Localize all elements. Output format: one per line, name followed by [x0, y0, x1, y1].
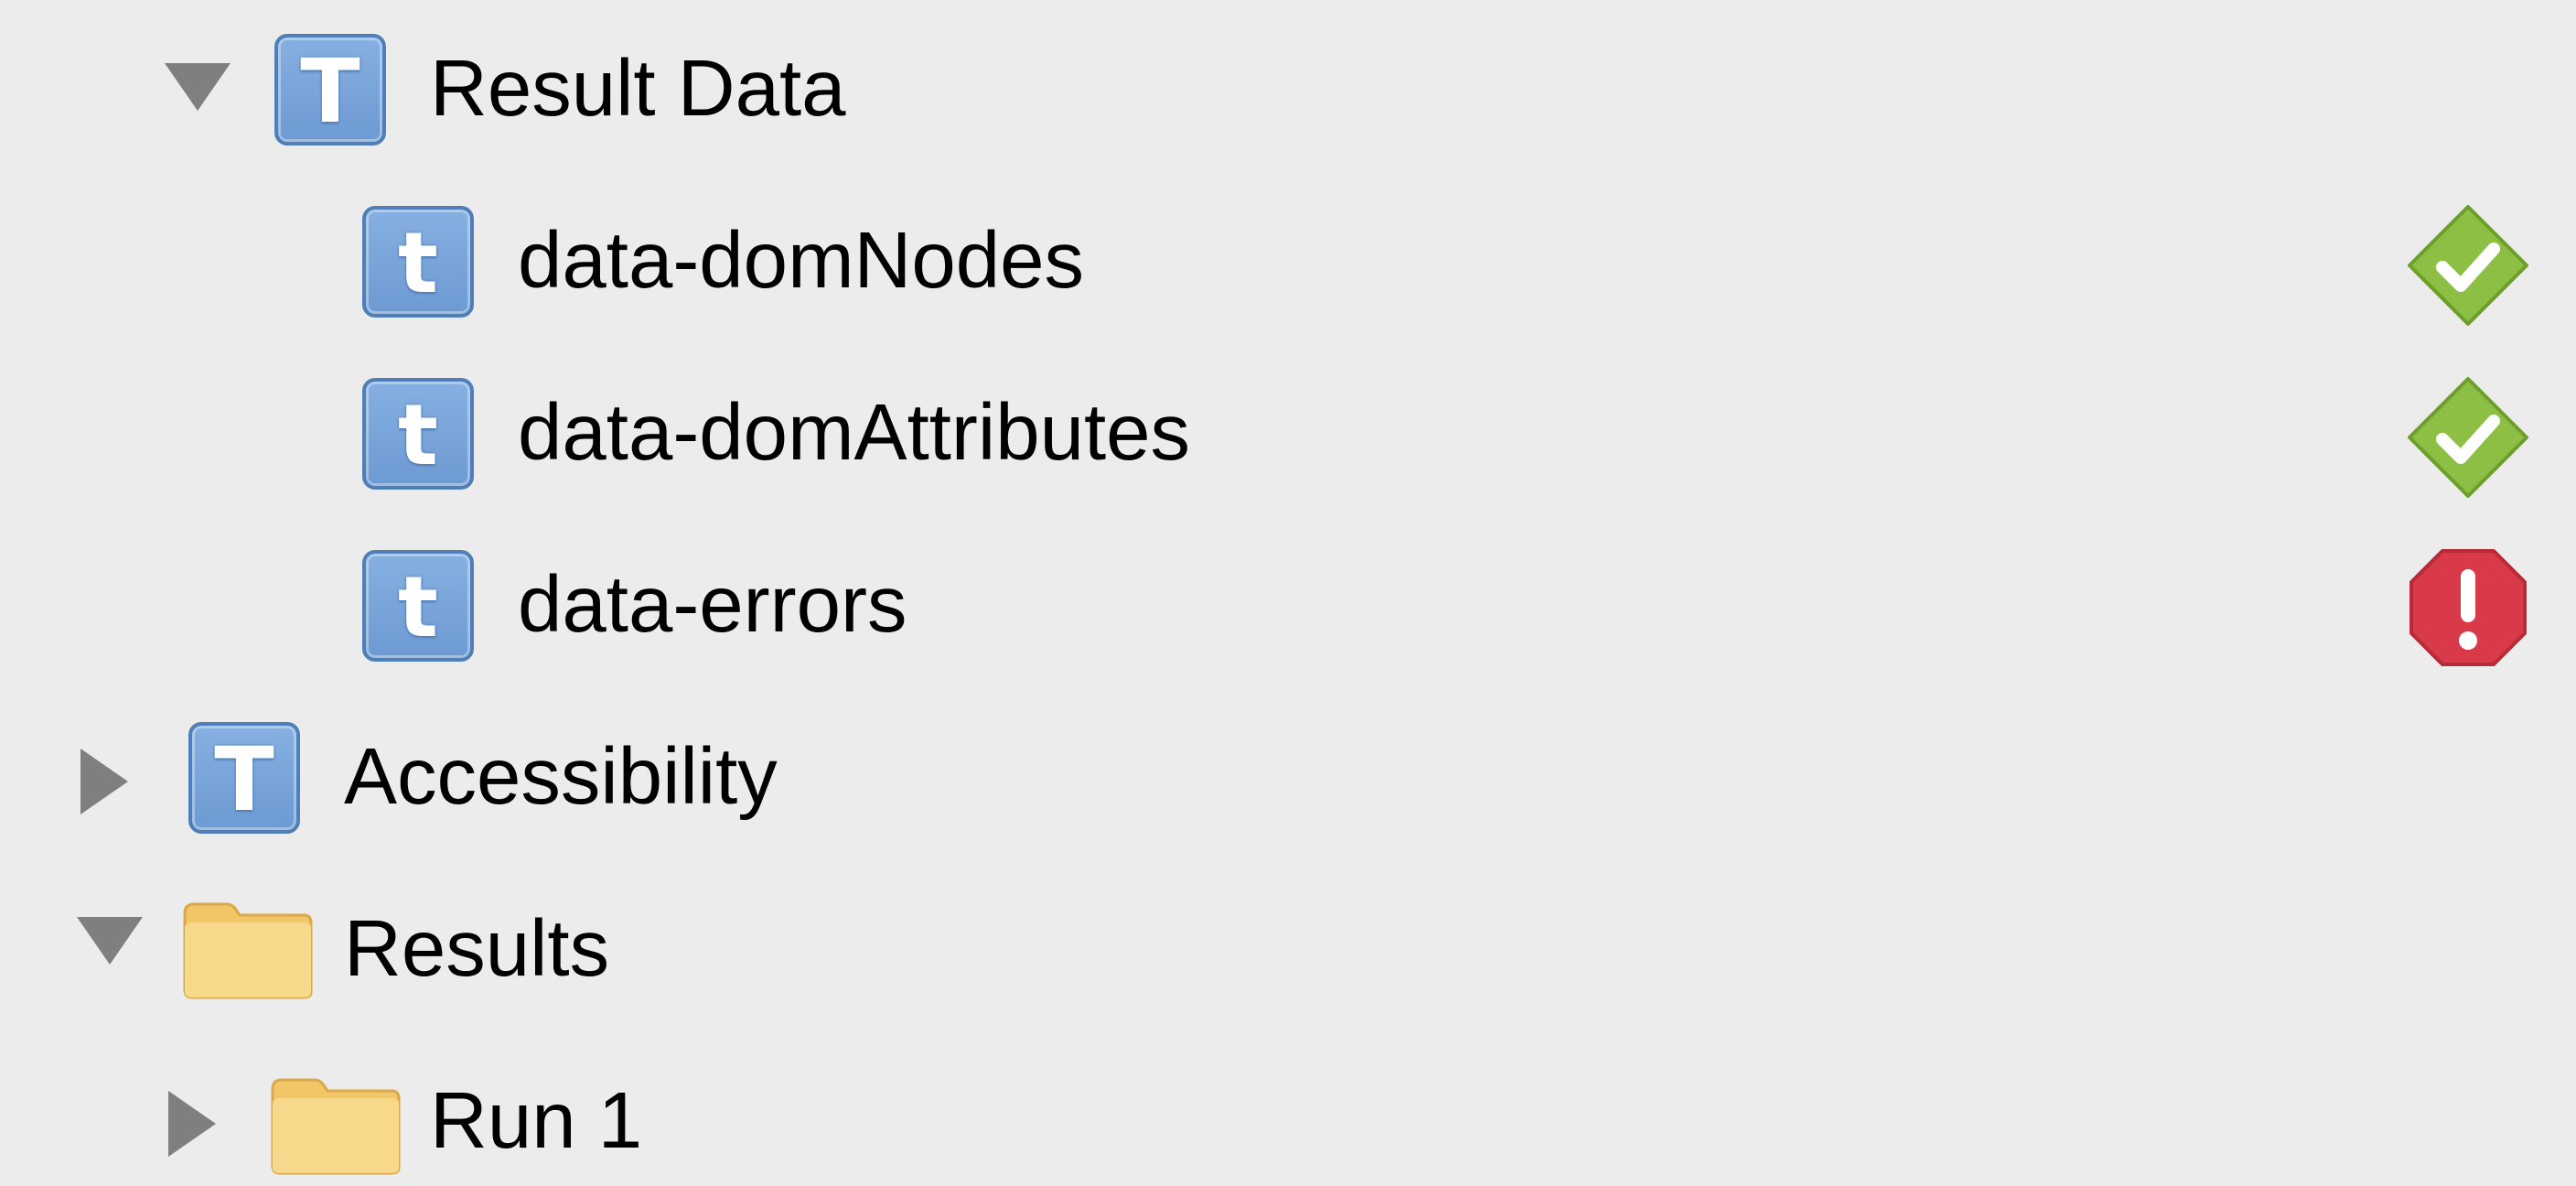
text-template-icon: t: [362, 206, 474, 318]
check-diamond-icon: [2408, 205, 2528, 326]
tree-item-label: Run 1: [430, 1076, 643, 1165]
type-icon-letter: t: [398, 214, 438, 312]
tree-item-label: Results: [344, 904, 610, 993]
tree-row-result-data[interactable]: T Result Data: [0, 0, 2576, 172]
disclosure-triangle-expanded-icon[interactable]: [77, 917, 143, 965]
tree-row-data-domattributes[interactable]: t data-domAttributes: [0, 344, 2576, 516]
disclosure-triangle-expanded-icon[interactable]: [165, 63, 231, 111]
group-template-icon: T: [274, 34, 386, 146]
tree-item-label: data-errors: [518, 560, 907, 649]
tree-item-label: data-domAttributes: [518, 388, 1191, 477]
disclosure-triangle-collapsed-icon[interactable]: [80, 749, 128, 814]
type-icon-letter: t: [398, 558, 438, 656]
tree-item-label: Result Data: [430, 44, 846, 133]
text-template-icon: t: [362, 378, 474, 490]
tree-row-data-errors[interactable]: t data-errors: [0, 516, 2576, 688]
text-template-icon: t: [362, 550, 474, 662]
error-octagon-icon: [2410, 549, 2527, 666]
type-icon-letter: T: [300, 40, 360, 143]
tree-item-label: data-domNodes: [518, 216, 1085, 305]
tree-row-accessibility[interactable]: T Accessibility: [0, 688, 2576, 860]
tree-row-run-1[interactable]: Run 1: [0, 1032, 2576, 1186]
disclosure-triangle-collapsed-icon[interactable]: [168, 1091, 216, 1157]
group-template-icon: T: [188, 722, 300, 834]
tree-row-data-domnodes[interactable]: t data-domNodes: [0, 172, 2576, 344]
tree-row-results[interactable]: Results: [0, 860, 2576, 1032]
folder-icon: [183, 902, 313, 999]
tree-item-label: Accessibility: [344, 732, 778, 821]
type-icon-letter: T: [214, 728, 274, 831]
check-diamond-icon: [2408, 377, 2528, 498]
folder-icon: [271, 1078, 401, 1175]
type-icon-letter: t: [398, 386, 438, 484]
